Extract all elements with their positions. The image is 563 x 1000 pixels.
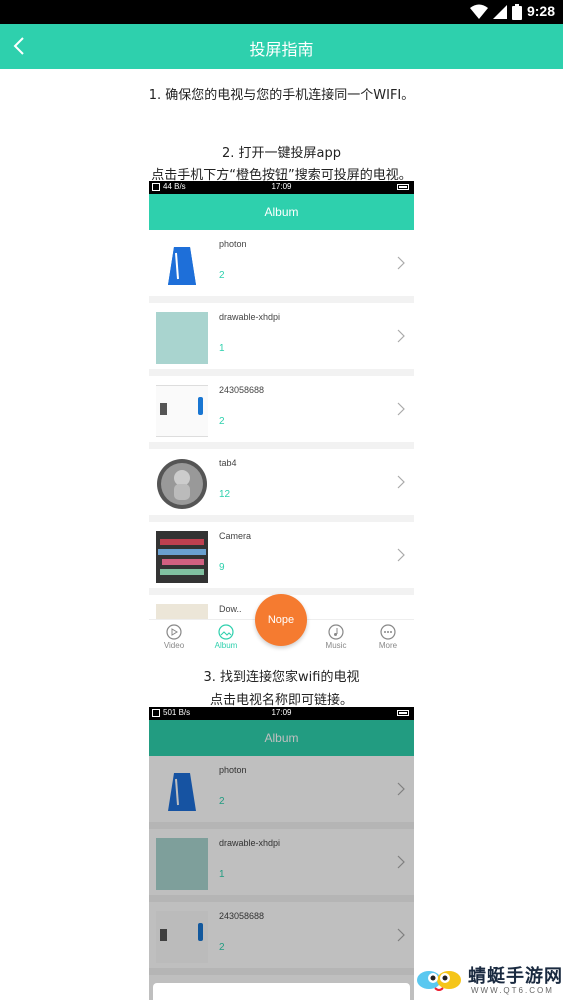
mini-battery-icon: [397, 184, 409, 190]
guide-screenshot-1: 44 B/s 17:09 Album photon 2 drawable-xhd…: [149, 181, 414, 653]
album-name: photon: [219, 239, 247, 249]
mini-status-time: 17:09: [271, 708, 292, 717]
nope-fab-button[interactable]: Nope: [255, 594, 307, 646]
tab-music[interactable]: Music: [316, 624, 356, 650]
album-name: tab4: [219, 458, 237, 468]
music-note-icon: [328, 624, 344, 640]
album-name: 243058688: [219, 385, 265, 395]
status-bar: 9:28: [0, 0, 563, 24]
album-count: 2: [219, 416, 225, 427]
more-dots-icon: [380, 624, 396, 640]
watermark: 蜻蜓手游网 WWW.QT6.COM: [415, 960, 563, 1000]
mini-battery-icon: [397, 710, 409, 716]
album-thumbnail: [156, 385, 208, 437]
album-count: 1: [219, 343, 225, 354]
chevron-right-icon: [397, 329, 405, 343]
album-count: 9: [219, 562, 225, 573]
tab-label: Music: [325, 641, 347, 650]
status-time: 9:28: [526, 3, 555, 19]
watermark-text: 蜻蜓手游网: [468, 966, 563, 987]
step3-desc: 点击电视名称即可链接。: [209, 693, 353, 708]
step1-text: 1. 确保您的电视与您的手机连接同一个WIFI。: [148, 88, 415, 103]
mini-status-bar: 44 B/s 17:09: [149, 181, 414, 194]
tab-label: Album: [214, 641, 238, 650]
chevron-right-icon: [397, 475, 405, 489]
app-bar: 投屏指南: [0, 24, 563, 69]
dragonfly-logo-icon: [417, 971, 461, 991]
chevron-right-icon: [397, 402, 405, 416]
tab-more[interactable]: More: [368, 624, 408, 650]
album-count: 2: [219, 270, 225, 281]
album-name: drawable-xhdpi: [219, 312, 281, 322]
chevron-right-icon: [397, 548, 405, 562]
battery-icon: [512, 4, 522, 20]
step3-title: 3. 找到连接您家wifi的电视: [203, 670, 360, 685]
tab-video[interactable]: Video: [154, 624, 194, 650]
album-row[interactable]: photon 2: [149, 230, 414, 303]
album-row[interactable]: drawable-xhdpi 1: [149, 303, 414, 376]
guide-screenshot-2: 501 B/s 17:09 Album photon 2 drawable-xh…: [149, 707, 414, 1000]
album-header: Album: [149, 194, 414, 230]
dim-overlay: [149, 720, 414, 1000]
album-row[interactable]: tab4 12: [149, 449, 414, 522]
image-icon: [218, 624, 234, 640]
tab-label: More: [378, 641, 398, 650]
play-circle-icon: [166, 624, 182, 640]
album-name: Camera: [219, 531, 252, 541]
mini-status-time: 17:09: [271, 182, 292, 191]
device-list-sheet: [153, 983, 410, 1000]
album-row[interactable]: 243058688 2: [149, 376, 414, 449]
step2-title: 2. 打开一键投屏app: [221, 146, 341, 161]
album-name: Dow..: [219, 604, 242, 614]
tab-label: Video: [163, 641, 185, 650]
wifi-icon: [470, 4, 488, 19]
album-thumbnail: [156, 239, 208, 291]
mini-status-bar: 501 B/s 17:09: [149, 707, 414, 720]
album-thumbnail: [156, 312, 208, 364]
album-thumbnail: [156, 531, 208, 583]
signal-icon: [493, 5, 507, 19]
chevron-right-icon: [397, 256, 405, 270]
album-count: 12: [219, 489, 231, 500]
watermark-url: WWW.QT6.COM: [471, 986, 554, 995]
album-row[interactable]: Camera 9: [149, 522, 414, 595]
page-title: 投屏指南: [249, 40, 314, 59]
tab-album[interactable]: Album: [206, 624, 246, 650]
album-thumbnail: [156, 458, 208, 510]
